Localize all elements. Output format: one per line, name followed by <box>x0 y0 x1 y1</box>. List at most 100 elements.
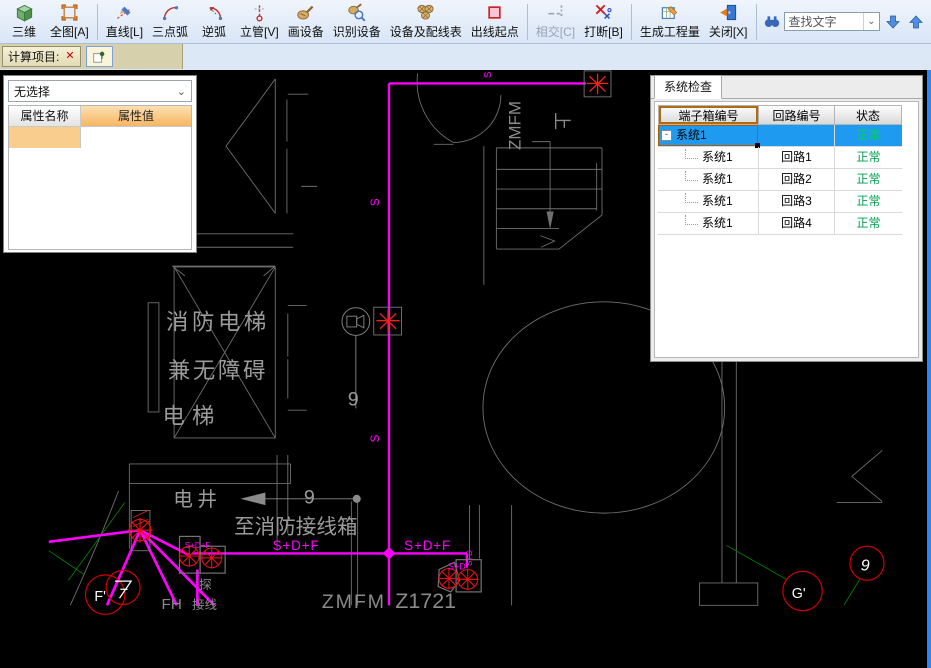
table-row[interactable]: 系统1 回路2 正常 <box>658 169 902 191</box>
terminal-box-cell[interactable]: - 系统1 <box>658 125 759 146</box>
toolbar-separator <box>97 4 98 40</box>
tree-branch-icon <box>685 149 698 159</box>
terminal-box-cell[interactable]: 系统1 <box>658 169 759 190</box>
label-nine-circle: 9 <box>861 556 870 574</box>
table-row[interactable]: 系统1 回路3 正常 <box>658 191 902 213</box>
chevron-down-icon: ⌄ <box>177 85 186 98</box>
toolbar-button-break[interactable]: 打断[B] <box>580 0 627 43</box>
terminal-box-label: 系统1 <box>702 191 733 212</box>
toolbar-label: 识别设备 <box>333 23 381 40</box>
attr-value-cell[interactable] <box>81 127 191 148</box>
terminal-box-cell[interactable]: 系统1 <box>658 147 759 168</box>
terminal-block-top <box>584 71 611 97</box>
arc-icon <box>161 3 180 22</box>
property-row-empty[interactable] <box>9 126 191 148</box>
toolbar-button-outlet-start[interactable]: 出线起点 <box>467 0 523 43</box>
table-row[interactable]: 系统1 回路4 正常 <box>658 213 902 235</box>
pin-icon <box>92 50 106 64</box>
system-check-content: 端子箱编号 回路编号 状态 - 系统1 正常 系统1 回路1 正常 <box>654 101 919 358</box>
riser-pipe-icon <box>250 3 269 22</box>
circuit-cell[interactable]: 回路4 <box>759 213 835 234</box>
document-tab-strip: 计算项目: ✕ <box>0 44 931 71</box>
system-check-tabs: 系统检查 <box>651 76 922 99</box>
label-sdf-tiny: S+D+F <box>185 541 211 550</box>
label-fire-elevator: 消防电梯 <box>166 310 270 335</box>
find-previous-button[interactable] <box>906 12 926 32</box>
status-badge: 正常 <box>835 169 902 190</box>
toolbar-button-close[interactable]: 关闭[X] <box>705 0 752 43</box>
tab-system-check[interactable]: 系统检查 <box>654 75 722 99</box>
system-check-table-header: 端子箱编号 回路编号 状态 <box>658 105 902 125</box>
chevron-down-icon[interactable]: ⌄ <box>863 13 878 30</box>
toolbar-label: 生成工程量 <box>640 23 700 40</box>
terminal-box-cell[interactable]: 系统1 <box>658 191 759 212</box>
label-g-circle: G' <box>792 586 806 602</box>
toolbar-button-line[interactable]: 直线[L] <box>102 0 147 43</box>
table-row[interactable]: 系统1 回路1 正常 <box>658 147 902 169</box>
circuit-cell[interactable]: 回路2 <box>759 169 835 190</box>
window-right-border <box>927 70 931 668</box>
tree-expander-icon[interactable]: - <box>661 130 672 141</box>
toolbar-button-identify-device[interactable]: 识别设备 <box>329 0 385 43</box>
toolbar-button-full-view[interactable]: 全图[A] <box>46 0 93 43</box>
stairs <box>496 142 602 249</box>
column-header-attr-value[interactable]: 属性值 <box>81 106 191 126</box>
status-badge: 正常 <box>835 125 902 146</box>
toolbar-label: 全图[A] <box>50 23 89 40</box>
circuit-cell[interactable]: 回路3 <box>759 191 835 212</box>
intersect-icon <box>546 3 565 22</box>
toolbar-button-generate-quantities[interactable]: 生成工程量 <box>636 0 704 43</box>
binoculars-icon[interactable] <box>763 13 781 31</box>
label-fh: FH <box>162 596 182 613</box>
circuit-cell[interactable] <box>759 125 835 146</box>
selection-dropdown-value: 无选择 <box>14 83 50 100</box>
column-header-attr-name[interactable]: 属性名称 <box>9 106 81 126</box>
tab-close-icon[interactable]: ✕ <box>65 51 74 62</box>
find-text-combobox[interactable]: 查找文字 ⌄ <box>784 12 880 31</box>
toolbar-button-reverse-arc[interactable]: 逆弧 <box>193 0 235 43</box>
find-next-button[interactable] <box>883 12 903 32</box>
label-zmfm-vertical: ZMFM <box>506 101 525 150</box>
label-sd-cluster: S+D <box>448 562 466 572</box>
toolbar-button-device-wiring-table[interactable]: 设备及配线表 <box>386 0 466 43</box>
distribution-hub-symbol <box>128 510 153 550</box>
label-shaft: 电井 <box>173 489 221 511</box>
draw-line-icon <box>115 3 134 22</box>
cube-3d-icon <box>15 3 34 22</box>
column-header-circuit[interactable]: 回路编号 <box>759 105 835 125</box>
label-nine-b: 9 <box>304 486 315 508</box>
toolbar-label: 出线起点 <box>471 23 519 40</box>
selection-dropdown[interactable]: 无选择 ⌄ <box>8 80 192 102</box>
toolbar-button-intersect[interactable]: 相交[C] <box>532 0 579 43</box>
toolbar-button-three-point-arc[interactable]: 三点弧 <box>148 0 192 43</box>
column-header-terminal-box[interactable]: 端子箱编号 <box>658 105 759 125</box>
label-elevator: 电梯 <box>162 404 221 429</box>
label-tan: 探 <box>199 578 212 592</box>
table-row[interactable]: - 系统1 正常 <box>658 125 902 147</box>
arrow-up-icon <box>908 14 924 30</box>
toolbar-button-draw-device[interactable]: 画设备 <box>284 0 328 43</box>
full-extent-icon <box>60 3 79 22</box>
tab-label: 计算项目: <box>8 48 59 65</box>
toolbar-button-3d[interactable]: 三维 <box>3 0 45 43</box>
label-f-circle: F' <box>94 589 106 605</box>
toolbar-label: 三维 <box>12 23 36 40</box>
stair-direction-arrow <box>547 211 554 229</box>
terminal-box-cell[interactable]: 系统1 <box>658 213 759 234</box>
pin-tab-button[interactable] <box>86 46 113 67</box>
label-s-low: S <box>369 434 382 442</box>
terminal-box-label: 系统1 <box>702 213 733 234</box>
status-badge: 正常 <box>835 147 902 168</box>
find-text-group: 查找文字 ⌄ <box>763 12 926 32</box>
column-header-status[interactable]: 状态 <box>835 105 902 125</box>
circuit-cell[interactable]: 回路1 <box>759 147 835 168</box>
arrow-down-icon <box>885 14 901 30</box>
attr-name-cell[interactable] <box>9 127 81 148</box>
terminal-block-mid <box>374 307 402 335</box>
label-to-fire-box: 至消防接线箱 <box>234 516 357 539</box>
break-icon <box>594 3 613 22</box>
toolbar-button-riser[interactable]: 立管[V] <box>236 0 283 43</box>
label-zmfm-bottom: ZMFM <box>322 591 386 613</box>
tab-calculation-item[interactable]: 计算项目: ✕ <box>2 46 81 67</box>
app-window: { "toolbar": { "items": [ {"label": "三维"… <box>0 0 931 668</box>
